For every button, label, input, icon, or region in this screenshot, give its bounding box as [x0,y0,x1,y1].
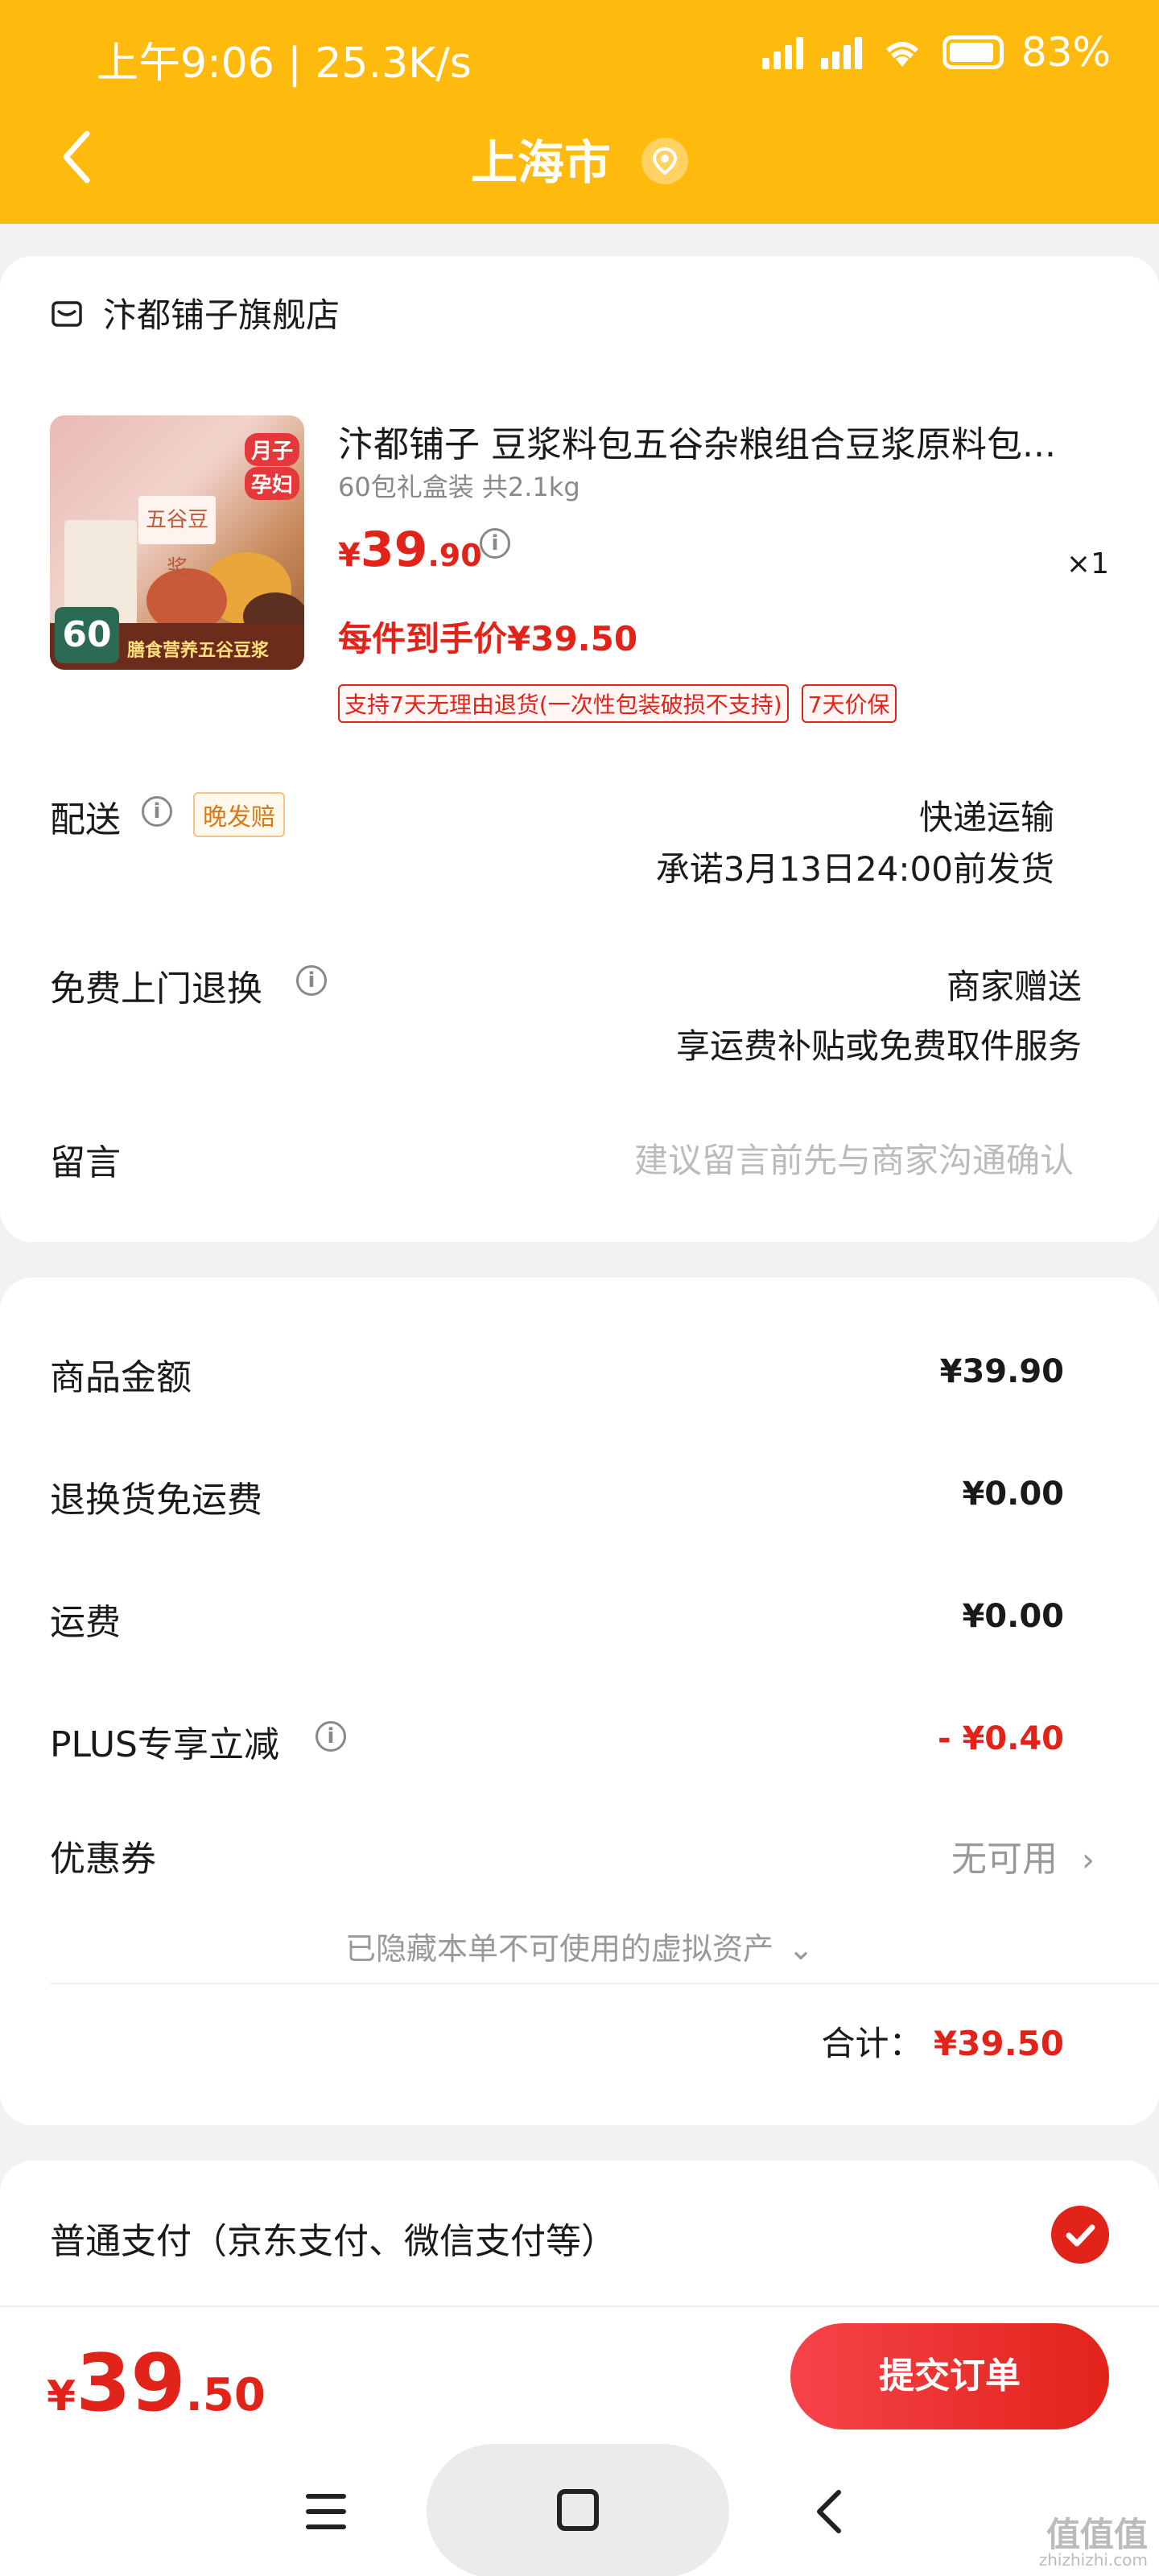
header-bar: 上午9:06 | 25.3K/s 83% 上海市 [0,0,1159,224]
battery-icon [942,35,1004,69]
product-image[interactable]: 五谷豆浆 月子 孕妇 60 膳食营养五谷豆浆 [50,415,304,670]
product-image-badge-2: 孕妇 [244,467,299,500]
price-info-icon[interactable]: i [480,528,510,559]
service-tags: 支持7天无理由退货(一次性包装破损不支持) 7天价保 [338,684,897,723]
footer-price-symbol: ¥ [47,2372,76,2421]
system-navigation: 值值值 zhizhizhi.com [0,2444,1159,2576]
free-return-label: 免费上门退换 [50,968,262,1009]
status-time: 上午9:06 | 25.3K/s [97,39,472,88]
location-title[interactable]: 上海市 [0,125,1159,192]
footer-price: ¥ 39 .50 [47,2338,266,2429]
delivery-label: 配送 [50,799,121,840]
home-icon[interactable] [557,2489,599,2531]
plus-discount-label: PLUS专享立减 [50,1724,279,1765]
shipping-value: ¥0.00 [962,1598,1064,1635]
total-value: ¥39.50 [933,2024,1064,2063]
free-return-info-icon[interactable]: i [296,965,327,996]
payment-method-card[interactable]: 普通支付（京东支付、微信支付等） [0,2161,1159,2306]
coupon-value-text: 无可用 [951,1839,1058,1880]
goods-amount-value: ¥39.90 [939,1353,1064,1390]
footer-price-integer: 39 [76,2338,186,2429]
service-tag: 支持7天无理由退货(一次性包装破损不支持) [338,684,789,723]
footer-price-decimal: .50 [185,2369,266,2421]
coupon-label: 优惠券 [50,1839,156,1880]
watermark: 值值值 zhizhizhi.com [1038,2515,1148,2570]
coupon-value[interactable]: 无可用 › [951,1830,1095,1881]
goods-amount-label: 商品金额 [50,1357,192,1398]
product-price: ¥ 39 .90 [338,522,482,578]
message-input[interactable]: 建议留言前先与商家沟通确认 [634,1133,1074,1183]
message-label: 留言 [50,1142,121,1183]
status-icons: 83% [761,29,1111,76]
service-tag: 7天价保 [801,684,897,723]
payment-method-label: 普通支付（京东支付、微信支付等） [50,2221,617,2262]
price-decimal: .90 [427,538,482,573]
free-return-value: 商家赠送 [946,967,1082,1006]
late-compensation-tag: 晚发赔 [193,792,285,837]
hidden-assets-toggle[interactable]: 已隐藏本单不可使用的虚拟资产 ⌄ [0,1924,1159,1968]
free-return-detail: 享运费补贴或免费取件服务 [675,1026,1082,1066]
product-title[interactable]: 汴都铺子 豆浆料包五谷杂粮组合豆浆原料包... [338,415,1103,467]
return-fee-value: ¥0.00 [962,1476,1064,1513]
product-spec: 60包礼盒装 共2.1kg [338,472,580,502]
submit-order-button[interactable]: 提交订单 [790,2323,1109,2429]
price-summary-card: 商品金额 ¥39.90 退换货免运费 ¥0.00 运费 ¥0.00 PLUS专享… [0,1278,1159,2125]
order-total: 合计： ¥39.50 [822,2017,1064,2066]
chevron-down-icon: ⌄ [788,1931,814,1967]
store-name: 汴都铺子旗舰店 [103,295,340,335]
divider [50,1983,1159,1984]
chevron-right-icon: › [1082,1842,1095,1879]
price-symbol: ¥ [338,537,361,574]
order-item-card: 汴都铺子旗舰店 五谷豆浆 月子 孕妇 60 膳食营养五谷豆浆 汴都铺子 豆浆料包… [0,256,1159,1242]
delivery-promise: 承诺3月13日24:00前发货 [655,849,1054,889]
location-pin-icon [641,137,689,184]
plus-info-icon[interactable]: i [316,1721,346,1752]
watermark-text: 值值值 [1046,2515,1148,2554]
bottom-bar: ¥ 39 .50 提交订单 值值值 zhizhizhi.com [0,2306,1159,2576]
each-price: 每件到手价¥39.50 [338,619,638,658]
shipping-label: 运费 [50,1602,121,1643]
product-image-count: 60 [55,607,119,663]
signal-icon [761,35,803,69]
store-row[interactable]: 汴都铺子旗舰店 [50,288,340,337]
hidden-assets-text: 已隐藏本单不可使用的虚拟资产 [345,1931,774,1967]
watermark-sub: zhizhizhi.com [1038,2550,1148,2570]
wifi-icon [885,42,918,67]
product-image-strip-text: 膳食营养五谷豆浆 [127,641,270,661]
product-quantity: ×1 [1066,547,1109,580]
price-integer: 39 [360,522,428,578]
delivery-info-icon[interactable]: i [142,796,172,827]
checkmark-icon[interactable] [1051,2206,1109,2264]
signal-icon-2 [820,35,862,69]
status-bar: 上午9:06 | 25.3K/s 83% [0,24,1159,89]
delivery-method[interactable]: 快递运输 [919,791,1054,840]
product-image-box-text: 五谷豆浆 [138,496,216,580]
plus-discount-value: - ¥0.40 [937,1720,1064,1757]
total-label: 合计： [821,2024,923,2063]
product-image-badge-1: 月子 [244,433,299,466]
store-icon [52,300,82,327]
menu-icon[interactable] [306,2494,346,2529]
battery-percent: 83% [1021,29,1111,76]
return-fee-label: 退换货免运费 [50,1480,262,1521]
location-city: 上海市 [470,135,611,190]
back-icon[interactable] [813,2489,845,2534]
